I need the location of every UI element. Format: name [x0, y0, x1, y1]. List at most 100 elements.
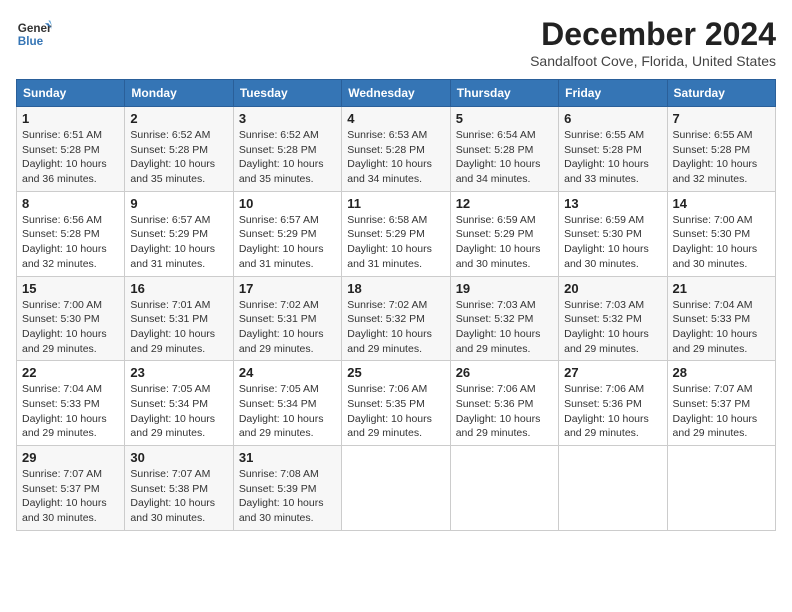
day-info: Sunrise: 7:03 AMSunset: 5:32 PMDaylight:…	[456, 299, 541, 355]
calendar-cell	[342, 446, 450, 531]
day-info: Sunrise: 7:04 AMSunset: 5:33 PMDaylight:…	[673, 299, 758, 355]
day-number: 25	[347, 365, 444, 380]
calendar-cell: 12 Sunrise: 6:59 AMSunset: 5:29 PMDaylig…	[450, 191, 558, 276]
week-row-5: 29 Sunrise: 7:07 AMSunset: 5:37 PMDaylig…	[17, 446, 776, 531]
day-number: 1	[22, 111, 119, 126]
day-number: 3	[239, 111, 336, 126]
day-info: Sunrise: 6:57 AMSunset: 5:29 PMDaylight:…	[239, 214, 324, 270]
day-info: Sunrise: 7:08 AMSunset: 5:39 PMDaylight:…	[239, 468, 324, 524]
calendar-cell: 26 Sunrise: 7:06 AMSunset: 5:36 PMDaylig…	[450, 361, 558, 446]
calendar-cell: 21 Sunrise: 7:04 AMSunset: 5:33 PMDaylig…	[667, 276, 775, 361]
day-info: Sunrise: 7:06 AMSunset: 5:36 PMDaylight:…	[564, 383, 649, 439]
logo-icon: General Blue	[16, 16, 52, 52]
calendar-cell: 8 Sunrise: 6:56 AMSunset: 5:28 PMDayligh…	[17, 191, 125, 276]
page-header: General Blue December 2024 Sandalfoot Co…	[16, 16, 776, 69]
day-number: 12	[456, 196, 553, 211]
day-number: 22	[22, 365, 119, 380]
location-title: Sandalfoot Cove, Florida, United States	[530, 53, 776, 69]
day-info: Sunrise: 7:01 AMSunset: 5:31 PMDaylight:…	[130, 299, 215, 355]
title-area: December 2024 Sandalfoot Cove, Florida, …	[530, 16, 776, 69]
calendar-cell: 16 Sunrise: 7:01 AMSunset: 5:31 PMDaylig…	[125, 276, 233, 361]
day-number: 13	[564, 196, 661, 211]
day-number: 10	[239, 196, 336, 211]
day-number: 26	[456, 365, 553, 380]
day-info: Sunrise: 6:57 AMSunset: 5:29 PMDaylight:…	[130, 214, 215, 270]
day-number: 31	[239, 450, 336, 465]
day-info: Sunrise: 6:56 AMSunset: 5:28 PMDaylight:…	[22, 214, 107, 270]
calendar-cell: 6 Sunrise: 6:55 AMSunset: 5:28 PMDayligh…	[559, 107, 667, 192]
day-info: Sunrise: 6:53 AMSunset: 5:28 PMDaylight:…	[347, 129, 432, 185]
day-number: 18	[347, 281, 444, 296]
day-number: 23	[130, 365, 227, 380]
day-info: Sunrise: 7:07 AMSunset: 5:37 PMDaylight:…	[673, 383, 758, 439]
col-header-sunday: Sunday	[17, 80, 125, 107]
day-info: Sunrise: 6:58 AMSunset: 5:29 PMDaylight:…	[347, 214, 432, 270]
col-header-monday: Monday	[125, 80, 233, 107]
day-number: 19	[456, 281, 553, 296]
day-number: 4	[347, 111, 444, 126]
day-number: 11	[347, 196, 444, 211]
calendar-cell: 27 Sunrise: 7:06 AMSunset: 5:36 PMDaylig…	[559, 361, 667, 446]
day-number: 9	[130, 196, 227, 211]
day-number: 21	[673, 281, 770, 296]
day-info: Sunrise: 6:55 AMSunset: 5:28 PMDaylight:…	[673, 129, 758, 185]
week-row-2: 8 Sunrise: 6:56 AMSunset: 5:28 PMDayligh…	[17, 191, 776, 276]
day-number: 15	[22, 281, 119, 296]
calendar-cell	[450, 446, 558, 531]
col-header-saturday: Saturday	[667, 80, 775, 107]
calendar-table: SundayMondayTuesdayWednesdayThursdayFrid…	[16, 79, 776, 531]
day-info: Sunrise: 6:54 AMSunset: 5:28 PMDaylight:…	[456, 129, 541, 185]
day-info: Sunrise: 7:00 AMSunset: 5:30 PMDaylight:…	[22, 299, 107, 355]
calendar-cell: 10 Sunrise: 6:57 AMSunset: 5:29 PMDaylig…	[233, 191, 341, 276]
day-info: Sunrise: 7:06 AMSunset: 5:36 PMDaylight:…	[456, 383, 541, 439]
day-number: 16	[130, 281, 227, 296]
day-info: Sunrise: 7:06 AMSunset: 5:35 PMDaylight:…	[347, 383, 432, 439]
calendar-cell: 19 Sunrise: 7:03 AMSunset: 5:32 PMDaylig…	[450, 276, 558, 361]
calendar-cell: 11 Sunrise: 6:58 AMSunset: 5:29 PMDaylig…	[342, 191, 450, 276]
week-row-3: 15 Sunrise: 7:00 AMSunset: 5:30 PMDaylig…	[17, 276, 776, 361]
day-number: 2	[130, 111, 227, 126]
day-info: Sunrise: 7:02 AMSunset: 5:31 PMDaylight:…	[239, 299, 324, 355]
calendar-cell: 29 Sunrise: 7:07 AMSunset: 5:37 PMDaylig…	[17, 446, 125, 531]
day-number: 29	[22, 450, 119, 465]
calendar-cell: 17 Sunrise: 7:02 AMSunset: 5:31 PMDaylig…	[233, 276, 341, 361]
calendar-cell	[667, 446, 775, 531]
calendar-cell: 23 Sunrise: 7:05 AMSunset: 5:34 PMDaylig…	[125, 361, 233, 446]
calendar-cell: 25 Sunrise: 7:06 AMSunset: 5:35 PMDaylig…	[342, 361, 450, 446]
calendar-cell: 22 Sunrise: 7:04 AMSunset: 5:33 PMDaylig…	[17, 361, 125, 446]
calendar-cell: 3 Sunrise: 6:52 AMSunset: 5:28 PMDayligh…	[233, 107, 341, 192]
calendar-cell: 13 Sunrise: 6:59 AMSunset: 5:30 PMDaylig…	[559, 191, 667, 276]
day-info: Sunrise: 7:07 AMSunset: 5:37 PMDaylight:…	[22, 468, 107, 524]
svg-text:Blue: Blue	[18, 35, 44, 48]
day-info: Sunrise: 7:07 AMSunset: 5:38 PMDaylight:…	[130, 468, 215, 524]
col-header-thursday: Thursday	[450, 80, 558, 107]
day-number: 5	[456, 111, 553, 126]
day-number: 8	[22, 196, 119, 211]
calendar-cell: 28 Sunrise: 7:07 AMSunset: 5:37 PMDaylig…	[667, 361, 775, 446]
week-row-1: 1 Sunrise: 6:51 AMSunset: 5:28 PMDayligh…	[17, 107, 776, 192]
calendar-cell: 24 Sunrise: 7:05 AMSunset: 5:34 PMDaylig…	[233, 361, 341, 446]
day-info: Sunrise: 6:59 AMSunset: 5:29 PMDaylight:…	[456, 214, 541, 270]
day-info: Sunrise: 7:05 AMSunset: 5:34 PMDaylight:…	[130, 383, 215, 439]
day-number: 20	[564, 281, 661, 296]
calendar-cell: 1 Sunrise: 6:51 AMSunset: 5:28 PMDayligh…	[17, 107, 125, 192]
calendar-cell: 20 Sunrise: 7:03 AMSunset: 5:32 PMDaylig…	[559, 276, 667, 361]
week-row-4: 22 Sunrise: 7:04 AMSunset: 5:33 PMDaylig…	[17, 361, 776, 446]
day-info: Sunrise: 6:55 AMSunset: 5:28 PMDaylight:…	[564, 129, 649, 185]
day-number: 14	[673, 196, 770, 211]
calendar-cell: 9 Sunrise: 6:57 AMSunset: 5:29 PMDayligh…	[125, 191, 233, 276]
calendar-header-row: SundayMondayTuesdayWednesdayThursdayFrid…	[17, 80, 776, 107]
day-number: 28	[673, 365, 770, 380]
col-header-wednesday: Wednesday	[342, 80, 450, 107]
col-header-friday: Friday	[559, 80, 667, 107]
day-info: Sunrise: 6:52 AMSunset: 5:28 PMDaylight:…	[239, 129, 324, 185]
calendar-cell: 14 Sunrise: 7:00 AMSunset: 5:30 PMDaylig…	[667, 191, 775, 276]
day-number: 6	[564, 111, 661, 126]
day-info: Sunrise: 7:00 AMSunset: 5:30 PMDaylight:…	[673, 214, 758, 270]
calendar-cell: 7 Sunrise: 6:55 AMSunset: 5:28 PMDayligh…	[667, 107, 775, 192]
day-info: Sunrise: 7:02 AMSunset: 5:32 PMDaylight:…	[347, 299, 432, 355]
day-number: 24	[239, 365, 336, 380]
day-info: Sunrise: 7:03 AMSunset: 5:32 PMDaylight:…	[564, 299, 649, 355]
day-number: 17	[239, 281, 336, 296]
day-info: Sunrise: 7:04 AMSunset: 5:33 PMDaylight:…	[22, 383, 107, 439]
